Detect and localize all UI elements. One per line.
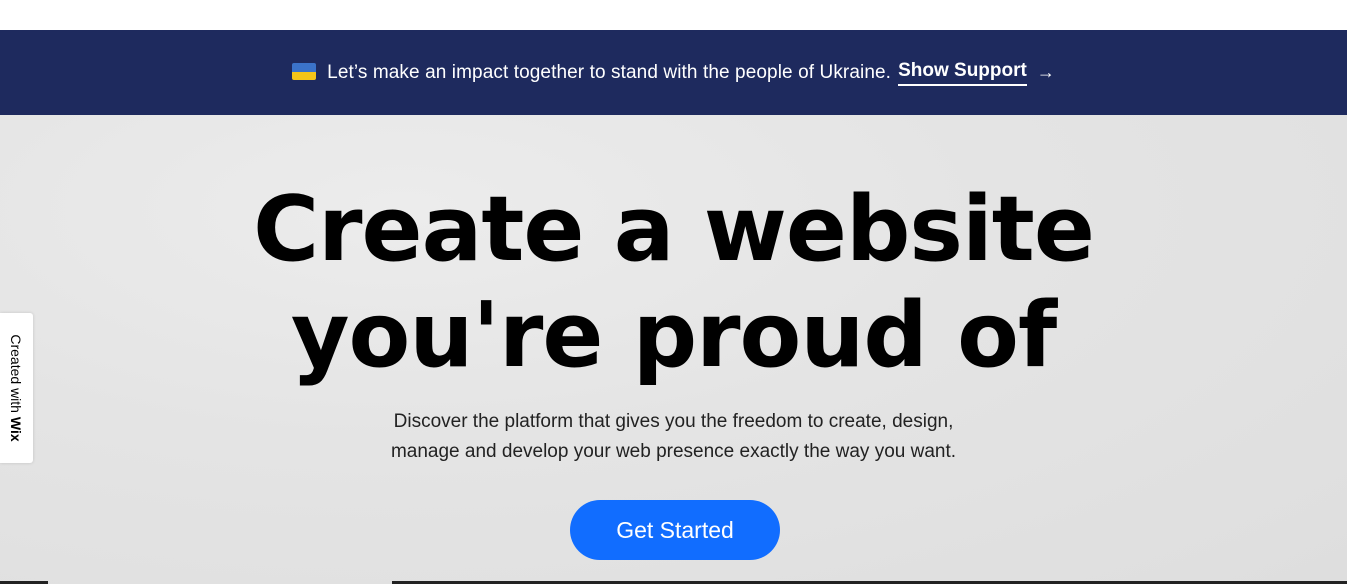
wix-badge-prefix: Created with [8,334,24,413]
headline-line-1: Create a website [253,177,1095,282]
subtext-line-1: Discover the platform that gives you the… [393,411,954,432]
top-strip [0,0,1347,30]
arrow-right-icon[interactable]: → [1037,62,1055,83]
get-started-button[interactable]: Get Started [570,500,780,560]
headline-line-2: you're proud of [290,283,1057,388]
ukraine-flag-icon [292,63,317,80]
hero-subtext: Discover the platform that gives you the… [0,407,1347,467]
wix-badge-label: Created with Wix [8,334,24,441]
wix-badge-brand: Wix [8,416,24,442]
banner-message: Let’s make an impact together to stand w… [327,61,892,83]
ukraine-support-banner: Let’s make an impact together to stand w… [0,30,1347,115]
subtext-line-2: manage and develop your web presence exa… [390,441,957,462]
hero-headline: Create a website you're proud of [0,177,1347,389]
page: Let’s make an impact together to stand w… [0,0,1347,584]
hero-section: Create a website you're proud of Discove… [0,115,1347,584]
created-with-wix-badge[interactable]: Created with Wix [0,313,33,463]
show-support-link[interactable]: Show Support [898,60,1027,86]
